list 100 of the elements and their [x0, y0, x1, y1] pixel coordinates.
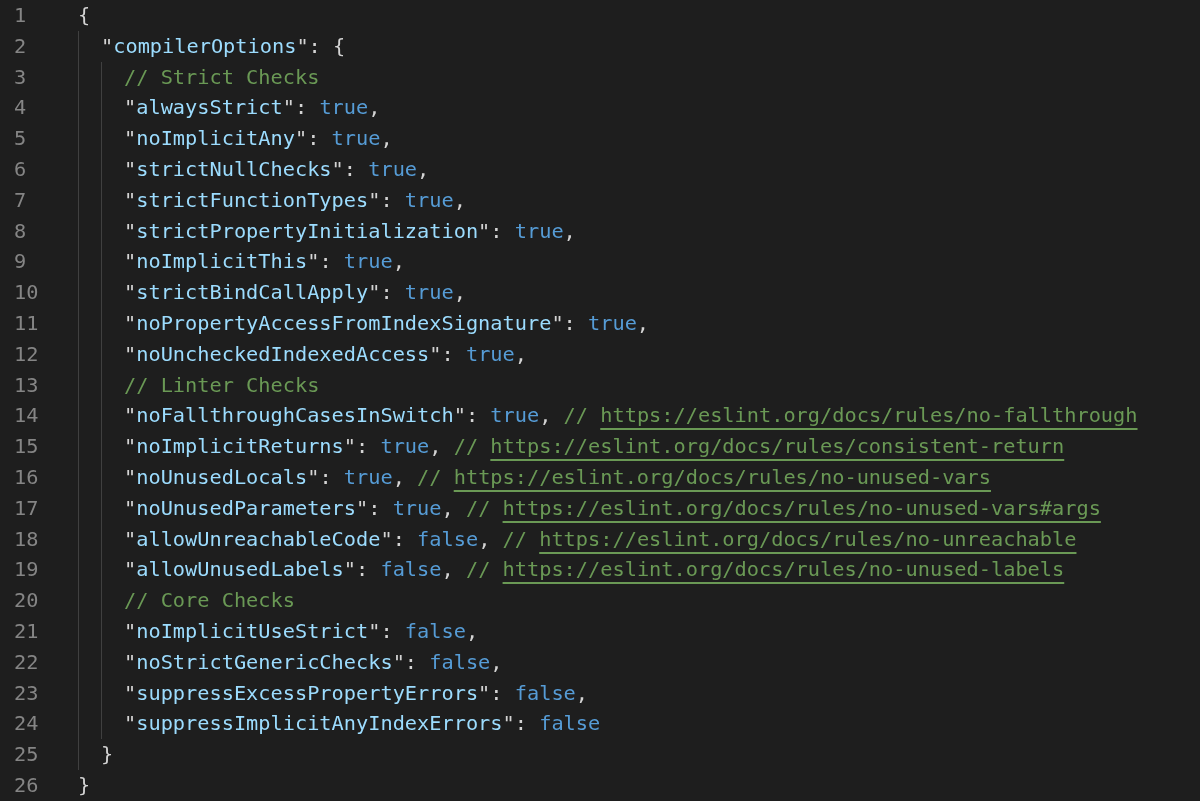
code-comment: //: [417, 464, 443, 489]
code-comment: // Strict Checks: [124, 64, 320, 89]
json-value: true: [514, 218, 564, 243]
punctuation: :: [441, 341, 455, 366]
punctuation: {: [78, 3, 91, 27]
code-comment: // Core Checks: [124, 588, 295, 613]
url-link[interactable]: https://eslint.org/docs/rules/no-unreachable: [539, 526, 1077, 551]
json-value: true: [331, 126, 381, 151]
json-key: "noImplicitAny": [124, 126, 308, 151]
punctuation: ,: [429, 434, 443, 459]
json-key: "strictBindCallApply": [124, 280, 381, 305]
punctuation: :: [356, 557, 370, 582]
punctuation: ,: [465, 618, 479, 643]
line-number: 7: [14, 186, 28, 214]
line-number: 21: [14, 617, 40, 645]
punctuation: :: [380, 280, 394, 305]
json-value: true: [368, 157, 418, 181]
punctuation: ,: [368, 95, 381, 120]
punctuation: :: [514, 711, 528, 736]
json-value: false: [404, 618, 466, 643]
json-value: true: [343, 464, 393, 489]
line-number: 5: [14, 125, 28, 153]
punctuation: ,: [490, 649, 503, 674]
code-comment: //: [502, 526, 528, 551]
json-key: "noUnusedLocals": [124, 464, 320, 489]
json-value: true: [490, 403, 540, 428]
json-key: "strictFunctionTypes": [124, 187, 381, 212]
punctuation: :: [343, 157, 358, 181]
line-number: 14: [14, 402, 40, 430]
punctuation: ,: [514, 341, 527, 366]
punctuation: ,: [575, 680, 589, 705]
line-number: 3: [14, 63, 28, 91]
code-comment: // Linter Checks: [124, 372, 320, 397]
line-number: 4: [14, 94, 28, 122]
line-number: 24: [14, 710, 40, 738]
punctuation: :: [356, 434, 370, 459]
punctuation: :: [319, 464, 333, 489]
punctuation: :: [490, 218, 504, 243]
punctuation: :: [392, 526, 406, 551]
line-number: 20: [14, 587, 40, 615]
line-number: 10: [14, 279, 40, 307]
code-comment: //: [465, 557, 492, 582]
json-key: "strictNullChecks": [124, 157, 344, 181]
punctuation: }: [78, 772, 91, 797]
punctuation: ,: [392, 249, 405, 274]
punctuation: ,: [392, 464, 406, 489]
json-key: "noUnusedParameters": [124, 495, 369, 520]
line-number: 16: [14, 463, 40, 491]
punctuation: :: [380, 618, 394, 643]
line-number: 13: [14, 371, 40, 399]
json-key: "strictPropertyInitialization": [124, 218, 491, 243]
line-number: 15: [14, 433, 40, 461]
punctuation: ,: [380, 126, 393, 151]
punctuation: ,: [453, 280, 466, 305]
line-number: 12: [14, 340, 40, 368]
punctuation: :: [465, 403, 480, 428]
json-value: true: [404, 280, 454, 305]
punctuation: ,: [478, 526, 492, 551]
punctuation: }: [101, 742, 114, 767]
url-link[interactable]: https://eslint.org/docs/rules/no-unused-vars#args: [502, 495, 1101, 520]
json-value: true: [343, 249, 393, 274]
line-number: 1: [14, 2, 28, 29]
json-value: true: [319, 95, 369, 120]
json-value: true: [465, 341, 515, 366]
json-key: "noUncheckedIndexedAccess": [124, 341, 442, 366]
punctuation: ,: [441, 557, 455, 582]
json-key: "noPropertyAccessFromIndexSignature": [124, 310, 564, 335]
line-number: 18: [14, 525, 40, 553]
punctuation: :: [368, 495, 382, 520]
url-link[interactable]: https://eslint.org/docs/rules/no-unused-vars: [453, 464, 991, 489]
punctuation: :: [307, 126, 321, 151]
json-key: "noFallthroughCasesInSwitch": [124, 403, 466, 428]
json-value: true: [392, 495, 442, 520]
json-key: "allowUnusedLabels": [124, 557, 356, 582]
json-key: "noImplicitReturns": [124, 434, 356, 459]
json-value: false: [539, 711, 601, 736]
url-link[interactable]: https://eslint.org/docs/rules/no-fallthrough: [600, 403, 1138, 428]
line-number: 19: [14, 556, 40, 584]
url-link[interactable]: https://eslint.org/docs/rules/consistent-return: [490, 434, 1065, 459]
json-value: false: [429, 649, 491, 674]
punctuation: ,: [636, 310, 650, 335]
punctuation: ,: [417, 157, 430, 181]
code-comment: //: [563, 403, 590, 428]
punctuation: ,: [453, 187, 466, 212]
code-comment: //: [465, 495, 492, 520]
json-value: true: [380, 434, 430, 459]
line-number: 25: [14, 741, 40, 769]
json-key: "suppressImplicitAnyIndexErrors": [124, 711, 515, 736]
url-link[interactable]: https://eslint.org/docs/rules/no-unused-labels: [502, 557, 1065, 582]
punctuation: :: [490, 680, 504, 705]
json-key: "allowUnreachableCode": [124, 526, 393, 551]
punctuation: :: [294, 95, 309, 120]
punctuation: :: [404, 649, 419, 674]
punctuation: : {: [308, 33, 346, 58]
json-value: false: [514, 680, 576, 705]
line-number: 2: [14, 32, 28, 60]
json-key: "noStrictGenericChecks": [124, 649, 405, 674]
punctuation: :: [380, 187, 394, 212]
json-key: "noImplicitUseStrict": [124, 618, 381, 643]
json-value: false: [380, 557, 442, 582]
